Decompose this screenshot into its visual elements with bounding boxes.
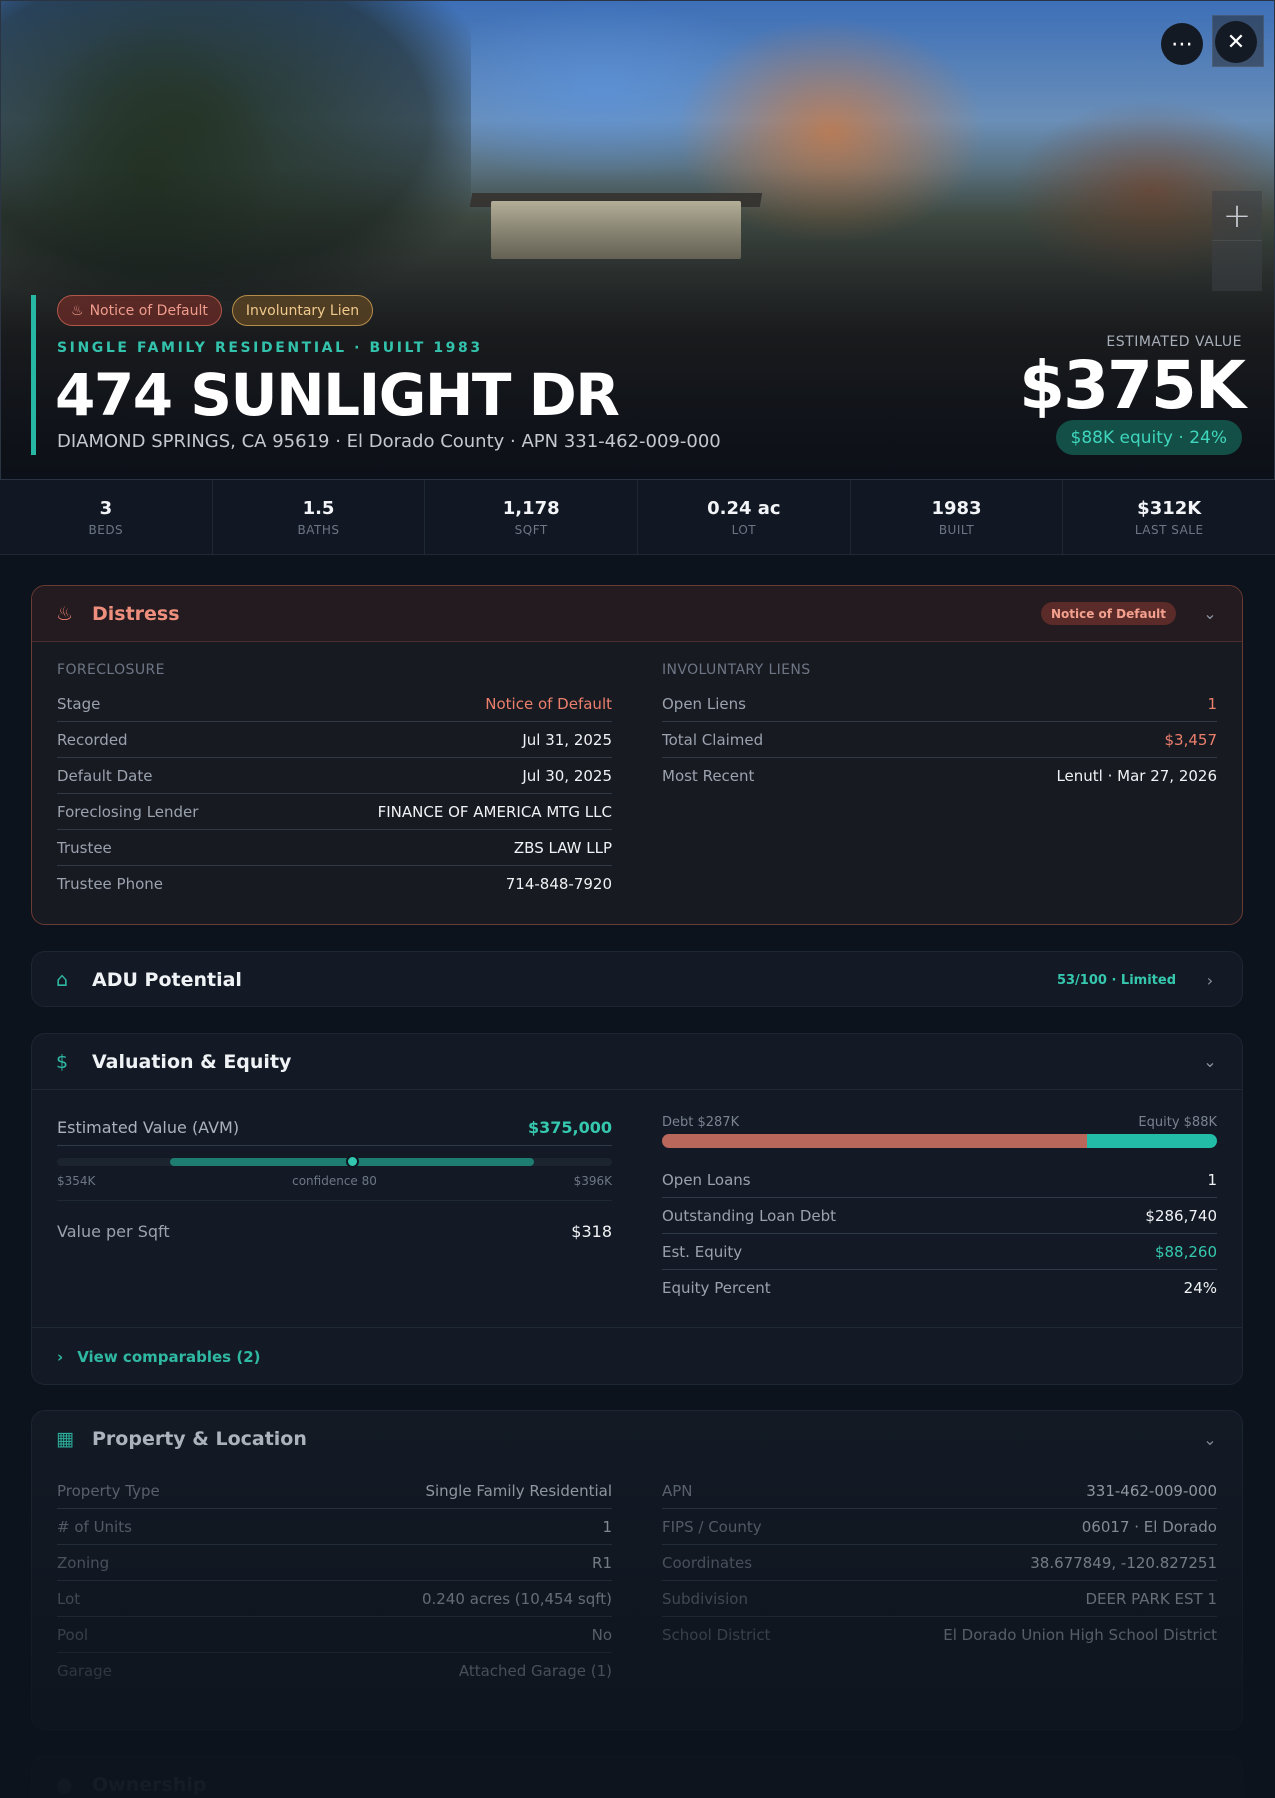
status-badges: ♨ Notice of Default Involuntary Lien	[57, 295, 374, 326]
detail-row: Pool No	[57, 1617, 612, 1653]
detail-row: Default Date Jul 30, 2025	[57, 758, 612, 794]
property-title: Property & Location	[92, 1428, 307, 1450]
detail-row: Garage Attached Garage (1)	[57, 1662, 612, 1680]
dollar-icon: $	[56, 1050, 69, 1073]
debt-equity-labels: Debt $287K Equity $88K	[662, 1110, 1217, 1134]
stat-sqft: 1,178 SQFT	[425, 480, 639, 554]
flame-icon: ♨	[71, 302, 84, 319]
valuation-header[interactable]: $ Valuation & Equity ⌄	[32, 1034, 1242, 1090]
detail-row: Trustee Phone 714-848-7920	[57, 875, 612, 893]
notice-of-default-badge: ♨ Notice of Default	[57, 295, 222, 326]
building-icon: ▦	[56, 1428, 74, 1450]
liens-section: INVOLUNTARY LIENS Open Liens 1 Total Clai…	[662, 662, 1217, 902]
detail-row: Est. Equity $88,260	[662, 1234, 1217, 1270]
section-label: INVOLUNTARY LIENS	[662, 662, 811, 678]
valuation-title: Valuation & Equity	[92, 1050, 292, 1073]
chevron-down-icon[interactable]: ⌄	[1202, 1430, 1218, 1449]
close-button[interactable]: ✕	[1215, 21, 1257, 63]
detail-row: Coordinates 38.677849, -120.827251	[662, 1545, 1217, 1581]
page-title: 474 SUNLIGHT DR	[55, 361, 620, 429]
involuntary-lien-badge: Involuntary Lien	[231, 295, 374, 326]
equity-segment	[1086, 1134, 1217, 1148]
address-subtitle: DIAMOND SPRINGS, CA 95619 · El Dorado Co…	[57, 431, 721, 452]
stat-baths: 1.5 BATHS	[213, 480, 426, 554]
detail-row: Subdivision DEER PARK EST 1	[662, 1581, 1217, 1617]
confidence-labels: $354K confidence 80 $396K	[57, 1174, 612, 1201]
plus-icon: +	[1222, 195, 1252, 236]
property-left-column: Property Type Single Family Residential #…	[57, 1473, 612, 1689]
zoom-in-button[interactable]: +	[1212, 191, 1262, 241]
range-high: $396K	[573, 1174, 612, 1188]
valuation-card: $ Valuation & Equity ⌄ Estimated Value (…	[31, 1033, 1243, 1385]
detail-row: Open Liens 1	[662, 686, 1217, 722]
detail-row: Open Loans 1	[662, 1162, 1217, 1198]
debt-segment	[662, 1134, 1087, 1148]
confidence-range-bar	[57, 1155, 612, 1168]
person-icon: ●	[56, 1774, 73, 1796]
distress-title: Distress	[92, 602, 180, 625]
detail-row: Stage Notice of Default	[57, 686, 612, 722]
detail-row: Most Recent Lenutl · Mar 27, 2026	[662, 767, 1217, 785]
stat-lot: 0.24 ac LOT	[638, 480, 851, 554]
adu-title: ADU Potential	[92, 969, 242, 991]
more-icon: ⋯	[1171, 31, 1193, 57]
property-type-eyebrow: SINGLE FAMILY RESIDENTIAL · BUILT 1983	[57, 340, 483, 356]
equity-label: Equity $88K	[1138, 1114, 1217, 1130]
chevron-right-icon[interactable]: ›	[1202, 971, 1218, 990]
more-options-button[interactable]: ⋯	[1161, 23, 1203, 65]
debt-equity-section: Debt $287K Equity $88K Open Loans 1 Outst…	[662, 1110, 1217, 1306]
view-comparables-link[interactable]: › View comparables (2)	[32, 1327, 1242, 1384]
estimate-marker	[345, 1155, 359, 1168]
detail-row: Recorded Jul 31, 2025	[57, 722, 612, 758]
detail-row: APN 331-462-009-000	[662, 1473, 1217, 1509]
avm-section: Estimated Value (AVM) $375,000 $354K con…	[57, 1110, 612, 1306]
property-location-card: ▦ Property & Location ⌄ Property Type Sin…	[31, 1410, 1243, 1730]
detail-row: Equity Percent 24%	[662, 1279, 1217, 1297]
stats-bar: 3 BEDS 1.5 BATHS 1,178 SQFT 0.24 ac LOT 1983…	[0, 480, 1275, 555]
debt-equity-bar	[662, 1134, 1217, 1148]
distress-header[interactable]: ♨ Distress Notice of Default ⌄	[32, 586, 1242, 642]
home-icon: ⌂	[56, 969, 69, 991]
property-header[interactable]: ▦ Property & Location ⌄	[32, 1411, 1242, 1467]
status-badge: Notice of Default	[1040, 602, 1176, 625]
ownership-header[interactable]: ● Ownership	[32, 1757, 1242, 1798]
detail-row: Total Claimed $3,457	[662, 722, 1217, 758]
close-icon: ✕	[1226, 29, 1246, 55]
foreclosure-section: FORECLOSURE Stage Notice of Default Recor…	[57, 662, 612, 902]
detail-row: # of Units 1	[57, 1509, 612, 1545]
equity-pill: $88K equity · 24%	[1055, 420, 1242, 455]
detail-row: Zoning R1	[57, 1545, 612, 1581]
stat-last-sale: $312K LAST SALE	[1134, 497, 1204, 537]
range-low: $354K	[57, 1174, 96, 1188]
section-label: FORECLOSURE	[57, 662, 165, 678]
adu-potential-card[interactable]: ⌂ ADU Potential 53/100 · Limited ›	[31, 951, 1243, 1007]
adu-score: 53/100 · Limited	[1056, 972, 1176, 988]
estimated-value: $375K	[1019, 347, 1246, 424]
distress-card: ♨ Distress Notice of Default ⌄ FORECLOSU…	[31, 585, 1243, 925]
debt-label: Debt $287K	[662, 1114, 740, 1130]
detail-row: Property Type Single Family Residential	[57, 1473, 612, 1509]
detail-row: Foreclosing Lender FINANCE OF AMERICA MTG…	[57, 794, 612, 830]
detail-row: FIPS / County 06017 · El Dorado	[662, 1509, 1217, 1545]
ownership-title: Ownership	[92, 1774, 207, 1796]
stat-built: 1983 BUILT	[851, 480, 1064, 554]
chevron-down-icon[interactable]: ⌄	[1202, 1052, 1218, 1071]
stat-beds: 3 BEDS	[0, 480, 213, 554]
hero-photo: ⋯ ✕ + ♨ Notice of Default Involuntary Li…	[0, 0, 1275, 480]
zoom-out-button[interactable]	[1212, 241, 1262, 291]
detail-row: Outstanding Loan Debt $286,740	[662, 1198, 1217, 1234]
confidence-score: confidence 80	[292, 1174, 377, 1188]
detail-row: Trustee ZBS LAW LLP	[57, 830, 612, 866]
ownership-card: ● Ownership	[31, 1756, 1243, 1798]
chevron-right-icon: ›	[57, 1347, 64, 1366]
value-per-sqft-row: Value per Sqft $318	[57, 1221, 612, 1241]
property-right-column: APN 331-462-009-000 FIPS / County 06017 · …	[662, 1473, 1217, 1689]
avm-row: Estimated Value (AVM) $375,000	[57, 1110, 612, 1146]
detail-row: School District El Dorado Union High Scho…	[662, 1626, 1217, 1644]
chevron-down-icon[interactable]: ⌄	[1202, 604, 1218, 623]
flame-icon: ♨	[56, 602, 74, 625]
detail-row: Lot 0.240 acres (10,454 sqft)	[57, 1581, 612, 1617]
accent-bar	[31, 295, 36, 455]
adu-header[interactable]: ⌂ ADU Potential 53/100 · Limited ›	[32, 952, 1242, 1006]
